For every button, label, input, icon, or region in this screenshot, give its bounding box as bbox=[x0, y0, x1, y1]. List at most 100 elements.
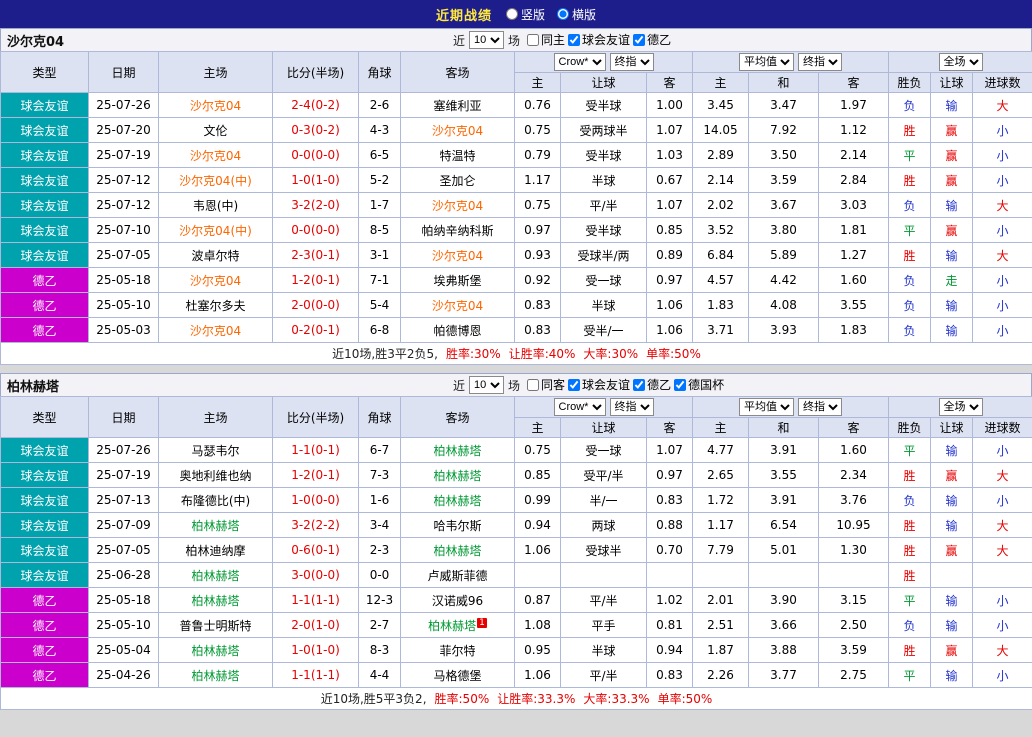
match-row: 球会友谊 25-07-12 韦恩(中) 3-2(2-0) 1-7 沙尔克04 0.75 平/半… bbox=[0, 192, 1032, 218]
checkbox-input[interactable] bbox=[568, 33, 581, 46]
result-goals: 小 bbox=[971, 437, 1032, 463]
avg-draw: 3.50 bbox=[748, 142, 819, 168]
corners: 6-5 bbox=[358, 142, 401, 168]
radio-input[interactable] bbox=[557, 8, 569, 20]
result-goals: 小 bbox=[971, 142, 1032, 168]
home-team: 普鲁士明斯特 bbox=[158, 612, 273, 638]
score: 0-6(0-1) bbox=[272, 537, 359, 563]
checkbox-input[interactable] bbox=[633, 33, 646, 46]
checkbox-input[interactable] bbox=[633, 378, 646, 391]
column-header: 角球 bbox=[358, 51, 401, 93]
odds-away: 1.03 bbox=[646, 142, 693, 168]
filter-checkbox-德乙[interactable]: 德乙 bbox=[633, 376, 671, 393]
odds-away: 0.67 bbox=[646, 167, 693, 193]
score: 2-0(1-0) bbox=[272, 612, 359, 638]
filter-checkbox-球会友谊[interactable]: 球会友谊 bbox=[568, 31, 630, 48]
type-badge: 球会友谊 bbox=[0, 437, 89, 463]
avg-draw: 3.93 bbox=[748, 317, 819, 343]
type-badge: 德乙 bbox=[0, 317, 89, 343]
filter-checkbox-同主[interactable]: 同主 bbox=[527, 31, 565, 48]
checkbox-input[interactable] bbox=[674, 378, 687, 391]
checkbox-input[interactable] bbox=[568, 378, 581, 391]
avg-draw: 3.90 bbox=[748, 587, 819, 613]
avg-draw: 3.77 bbox=[748, 662, 819, 688]
odds-handicap: 半/一 bbox=[560, 487, 647, 513]
score: 2-4(0-2) bbox=[272, 92, 359, 118]
result-goals: 大 bbox=[971, 637, 1032, 663]
odds-away: 0.83 bbox=[646, 487, 693, 513]
sub-column-header: 客 bbox=[646, 71, 693, 93]
result-goals bbox=[971, 562, 1032, 588]
result-handicap: 输 bbox=[930, 242, 973, 268]
sub-column-header: 和 bbox=[748, 416, 819, 438]
filter-checkbox-球会友谊[interactable]: 球会友谊 bbox=[568, 376, 630, 393]
checkbox-input[interactable] bbox=[527, 33, 540, 46]
avg-away bbox=[818, 562, 889, 588]
column-header: 客场 bbox=[400, 51, 515, 93]
avg-home: 14.05 bbox=[692, 117, 749, 143]
avg-home: 2.01 bbox=[692, 587, 749, 613]
checkbox-label: 德国杯 bbox=[688, 378, 725, 393]
avg-home: 2.14 bbox=[692, 167, 749, 193]
result-wdl: 平 bbox=[888, 142, 931, 168]
match-row: 球会友谊 25-07-26 马瑟韦尔 1-1(0-1) 6-7 柏林赫塔 0.75 受一球 1.… bbox=[0, 437, 1032, 463]
column-header: 比分(半场) bbox=[272, 396, 359, 438]
sub-column-header: 主 bbox=[692, 416, 749, 438]
filter-checkbox-德国杯[interactable]: 德国杯 bbox=[674, 376, 724, 393]
avg-source-select[interactable]: 终指 bbox=[798, 397, 842, 416]
corners: 6-8 bbox=[358, 317, 401, 343]
odds-source-select[interactable]: 终指 bbox=[609, 52, 654, 71]
avg-away: 1.83 bbox=[818, 317, 889, 343]
summary-stat: 让胜率:40% bbox=[508, 347, 576, 361]
radio-input[interactable] bbox=[505, 8, 518, 20]
away-team: 圣加仑 bbox=[400, 167, 515, 193]
avg-source-select[interactable]: 平均值 bbox=[739, 397, 794, 416]
result-scope-select[interactable]: 全场 bbox=[938, 52, 983, 71]
result-scope-select[interactable]: 全场 bbox=[938, 397, 983, 416]
avg-home: 3.71 bbox=[692, 317, 749, 343]
odds-handicap bbox=[560, 562, 647, 588]
games-count-select[interactable]: 10 bbox=[469, 31, 505, 49]
games-count-select[interactable]: 10 bbox=[469, 376, 505, 394]
score: 0-3(0-2) bbox=[272, 117, 359, 143]
avg-draw: 4.42 bbox=[748, 267, 819, 293]
away-team: 柏林赫塔 bbox=[400, 487, 515, 513]
filter-bar: 近 10 场 同主 球会友谊 德乙 bbox=[453, 31, 671, 49]
result-wdl: 胜 bbox=[888, 512, 931, 538]
avg-draw bbox=[748, 562, 819, 588]
summary-cell: 近10场,胜5平3负2, 胜率:50% 让胜率:33.3% 大率:33.3% 单率:50… bbox=[0, 687, 1032, 710]
avg-home: 3.45 bbox=[692, 92, 749, 118]
odds-source-select[interactable]: 终指 bbox=[609, 397, 654, 416]
filter-checkbox-同客[interactable]: 同客 bbox=[527, 376, 565, 393]
avg-source-group: 平均值 终指 bbox=[692, 51, 889, 73]
layout-radio-vertical[interactable]: 竖版 bbox=[505, 6, 545, 23]
home-team: 沙尔克04 bbox=[158, 92, 273, 118]
type-badge: 球会友谊 bbox=[0, 192, 89, 218]
score: 1-2(0-1) bbox=[272, 462, 359, 488]
checkbox-input[interactable] bbox=[527, 378, 540, 391]
avg-away: 2.50 bbox=[818, 612, 889, 638]
away-team: 柏林赫塔 1 bbox=[400, 612, 515, 638]
type-badge: 球会友谊 bbox=[0, 512, 89, 538]
layout-radio-horizontal[interactable]: 横版 bbox=[557, 6, 596, 23]
odds-source-select[interactable]: Crow* bbox=[553, 52, 606, 71]
result-wdl: 负 bbox=[888, 612, 931, 638]
avg-draw: 5.01 bbox=[748, 537, 819, 563]
avg-source-select[interactable]: 平均值 bbox=[739, 52, 794, 71]
filter-checkbox-德乙[interactable]: 德乙 bbox=[633, 31, 671, 48]
match-date: 25-07-13 bbox=[88, 487, 159, 513]
checkbox-label: 同主 bbox=[541, 33, 566, 48]
avg-away: 3.59 bbox=[818, 637, 889, 663]
odds-source-select[interactable]: Crow* bbox=[553, 397, 606, 416]
radio-label: 竖版 bbox=[520, 7, 545, 22]
corners: 4-3 bbox=[358, 117, 401, 143]
corners: 6-7 bbox=[358, 437, 401, 463]
match-row: 球会友谊 25-07-05 柏林迪纳摩 0-6(0-1) 2-3 柏林赫塔 1.06 受球半 0… bbox=[0, 537, 1032, 563]
score: 1-0(1-0) bbox=[272, 167, 359, 193]
odds-handicap: 半球 bbox=[560, 167, 647, 193]
corners: 4-4 bbox=[358, 662, 401, 688]
corners: 2-7 bbox=[358, 612, 401, 638]
avg-source-select[interactable]: 终指 bbox=[798, 52, 842, 71]
home-team: 马瑟韦尔 bbox=[158, 437, 273, 463]
team-header-row: 沙尔克04 近 10 场 同主 球会友谊 德乙 bbox=[0, 28, 1032, 51]
